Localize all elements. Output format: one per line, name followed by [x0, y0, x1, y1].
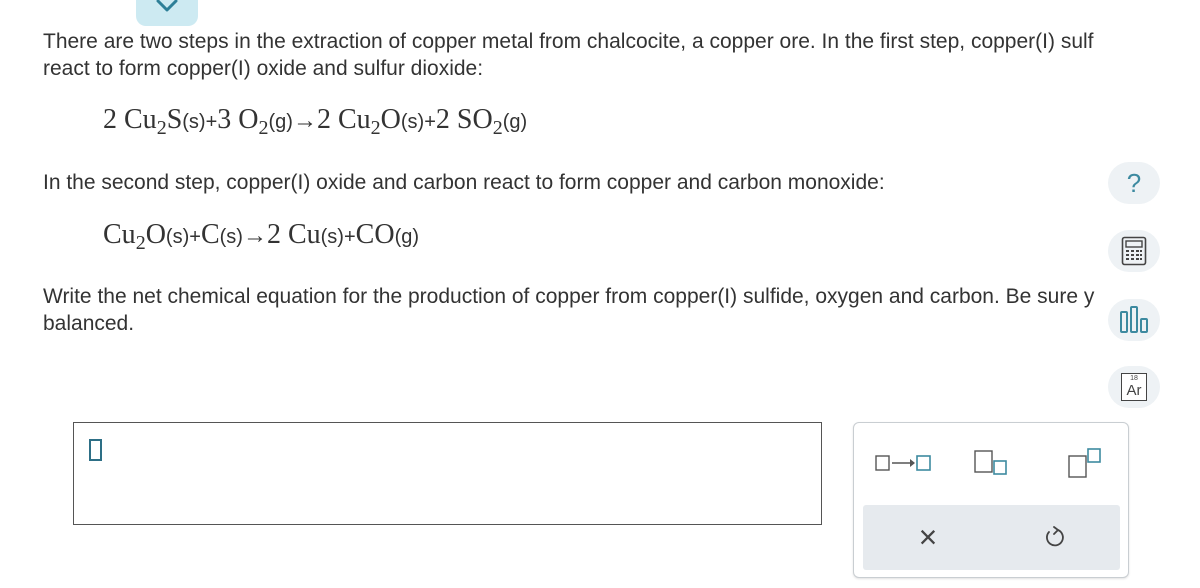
plus-sign: + [205, 111, 218, 133]
second-step-text: In the second step, copper(I) oxide and … [43, 171, 885, 194]
coefficient: 3 [217, 104, 232, 135]
calculator-icon [1121, 236, 1147, 266]
coefficient: 2 [103, 104, 117, 135]
periodic-table-icon: 18 Ar [1121, 373, 1147, 401]
question-text: Write the net chemical equation for the … [43, 283, 1094, 337]
intro-text: There are two steps in the extraction of… [43, 28, 1094, 82]
formula: Cu [287, 219, 321, 250]
state-label: (s) [165, 226, 190, 248]
answer-input[interactable] [73, 422, 822, 525]
data-button[interactable] [1108, 299, 1160, 341]
question-icon: ? [1126, 167, 1142, 198]
question-line-1: Write the net chemical equation for the … [43, 285, 1095, 308]
state-label: (s) [219, 226, 243, 248]
formula: Cu [103, 219, 136, 250]
periodic-number: 18 [1130, 375, 1138, 382]
formula: Cu [124, 104, 157, 135]
superscript-button[interactable] [1058, 443, 1108, 483]
reaction-arrow-button[interactable] [868, 443, 938, 483]
undo-button[interactable] [1029, 517, 1079, 557]
subscript: 2 [492, 117, 503, 139]
close-icon: × [918, 519, 938, 555]
formula: SO [456, 104, 493, 135]
coefficient: 2 [435, 104, 450, 135]
state-label: (g) [502, 111, 528, 133]
state-label: (g) [268, 111, 293, 133]
plus-sign: + [189, 226, 201, 248]
plus-sign: + [343, 226, 356, 248]
equation-step-1: 2 Cu2S(s)+3 O2(g)→2 Cu2O(s)+2 SO2(g) [103, 104, 528, 139]
plus-sign: + [424, 111, 436, 133]
formula: C [200, 219, 220, 250]
state-label: (g) [394, 226, 420, 248]
state-label: (s) [182, 111, 206, 133]
palette-action-bar: × [863, 505, 1120, 570]
coefficient: 2 [266, 219, 281, 250]
equation-step-2: Cu2O(s)+C(s)→2 Cu(s)+CO(g) [103, 219, 420, 254]
clear-button[interactable]: × [903, 517, 953, 557]
subscript: 2 [370, 117, 381, 139]
subscript-icon [974, 450, 1007, 475]
chevron-down-icon [156, 0, 178, 12]
help-button[interactable]: ? [1108, 162, 1160, 204]
bar-chart-icon [1120, 306, 1148, 333]
periodic-symbol: Ar [1126, 382, 1142, 399]
superscript-icon [1068, 448, 1101, 478]
subscript: 2 [135, 232, 146, 254]
equation-palette: × [853, 422, 1129, 578]
formula: S [166, 104, 183, 135]
reaction-arrow: → [292, 108, 317, 134]
subscript-button[interactable] [964, 443, 1014, 483]
formula: O [145, 219, 166, 250]
undo-icon [1046, 526, 1064, 547]
subscript: 2 [258, 117, 269, 139]
intro-line-2: react to form copper(I) oxide and sulfur… [43, 57, 484, 80]
calculator-button[interactable] [1108, 230, 1160, 272]
reaction-arrow: → [242, 223, 267, 249]
cursor-placeholder-icon [89, 439, 102, 461]
formula: Cu [337, 104, 371, 135]
collapse-tab[interactable] [136, 0, 198, 26]
reaction-arrow-icon [875, 455, 931, 471]
formula: CO [355, 219, 395, 250]
state-label: (s) [400, 111, 425, 133]
intro-line-1: There are two steps in the extraction of… [43, 30, 1094, 53]
question-line-2: balanced. [43, 312, 135, 335]
formula: O [380, 104, 401, 135]
periodic-table-button[interactable]: 18 Ar [1108, 366, 1160, 408]
state-label: (s) [320, 226, 344, 248]
formula: O [238, 104, 259, 135]
subscript: 2 [156, 117, 167, 139]
coefficient: 2 [316, 104, 331, 135]
